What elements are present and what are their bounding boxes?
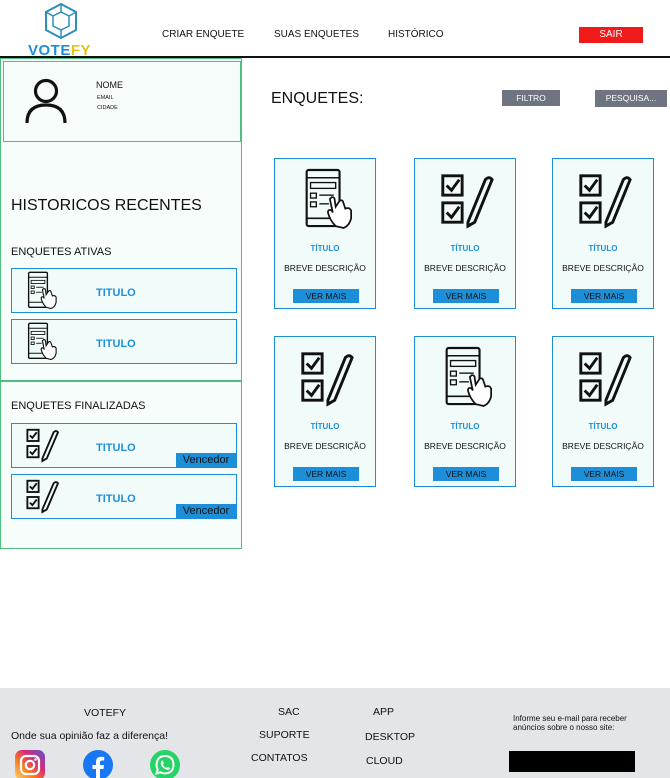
tablet-form-icon xyxy=(27,271,57,310)
avatar-icon xyxy=(25,78,67,124)
footer-link-desktop[interactable]: DESKTOP xyxy=(365,731,415,743)
winner-badge: Vencedor xyxy=(176,453,236,467)
poll-card-title: TÍTULO xyxy=(310,244,340,253)
footer-link-app[interactable]: APP xyxy=(373,706,394,718)
see-more-button[interactable]: VER MAIS xyxy=(433,467,499,481)
logo-letters-fy: FY xyxy=(70,42,92,59)
checklist-pen-icon xyxy=(441,174,494,229)
logo-wordmark[interactable]: VOTEFY xyxy=(28,42,91,59)
poll-card-description: BREVE DESCRIÇÃO xyxy=(424,441,506,451)
profile-card: NOME EMAIL CIDADE xyxy=(3,61,241,142)
finished-poll-title: TITULO xyxy=(96,442,136,454)
active-poll-title: TITULO xyxy=(96,287,136,299)
checklist-pen-icon xyxy=(301,352,354,407)
logout-button[interactable]: SAIR xyxy=(579,27,643,43)
logo-letter-v: V xyxy=(28,42,39,59)
search-button[interactable]: PESQUISA... xyxy=(595,90,667,107)
newsletter-label: Informe seu e-mail para receber anúncios… xyxy=(513,714,627,732)
poll-card-title: TÍTULO xyxy=(310,422,340,431)
finished-poll-item[interactable]: TITULO Vencedor xyxy=(11,474,237,519)
see-more-button[interactable]: VER MAIS xyxy=(293,467,359,481)
filter-button[interactable]: FILTRO xyxy=(502,90,560,106)
poll-card: TÍTULO BREVE DESCRIÇÃO VER MAIS xyxy=(552,158,654,309)
tablet-form-icon xyxy=(445,346,493,407)
checklist-pen-icon xyxy=(26,428,60,463)
see-more-button[interactable]: VER MAIS xyxy=(433,289,499,303)
poll-card-description: BREVE DESCRIÇÃO xyxy=(562,263,644,273)
nav-criar-enquete[interactable]: CRIAR ENQUETE xyxy=(162,29,244,40)
section-divider xyxy=(1,380,241,382)
footer-link-cloud[interactable]: CLOUD xyxy=(366,755,403,767)
footer-link-contatos[interactable]: CONTATOS xyxy=(251,752,308,764)
see-more-button[interactable]: VER MAIS xyxy=(571,467,637,481)
profile-city: CIDADE xyxy=(97,105,118,111)
checklist-pen-icon xyxy=(26,479,60,514)
poll-card-description: BREVE DESCRIÇÃO xyxy=(284,441,366,451)
see-more-button[interactable]: VER MAIS xyxy=(293,289,359,303)
finished-poll-item[interactable]: TITULO Vencedor xyxy=(11,423,237,468)
checklist-pen-icon xyxy=(579,174,632,229)
footer-link-suporte[interactable]: SUPORTE xyxy=(259,729,310,741)
poll-card: TÍTULO BREVE DESCRIÇÃO VER MAIS xyxy=(414,336,516,487)
newsletter-email-input[interactable] xyxy=(509,751,635,772)
poll-card-description: BREVE DESCRIÇÃO xyxy=(562,441,644,451)
facebook-icon[interactable] xyxy=(83,750,113,778)
poll-card: TÍTULO BREVE DESCRIÇÃO VER MAIS xyxy=(274,336,376,487)
poll-card-description: BREVE DESCRIÇÃO xyxy=(424,263,506,273)
nav-suas-enquetes[interactable]: SUAS ENQUETES xyxy=(274,29,359,40)
poll-card: TÍTULO BREVE DESCRIÇÃO VER MAIS xyxy=(414,158,516,309)
nav-historico[interactable]: HISTÓRICO xyxy=(388,29,444,40)
footer-link-sac[interactable]: SAC xyxy=(278,706,300,718)
footer-brand: VOTEFY xyxy=(84,707,127,719)
poll-card-title: TÍTULO xyxy=(588,244,618,253)
winner-badge: Vencedor xyxy=(176,504,236,518)
tablet-form-icon xyxy=(27,322,57,361)
poll-card-title: TÍTULO xyxy=(588,422,618,431)
active-poll-title: TITULO xyxy=(96,338,136,350)
checklist-pen-icon xyxy=(579,352,632,407)
poll-card-title: TÍTULO xyxy=(450,244,480,253)
polls-title: ENQUETES: xyxy=(271,90,364,107)
finished-poll-title: TITULO xyxy=(96,493,136,505)
active-poll-item[interactable]: TITULO xyxy=(11,268,237,313)
finished-polls-title: ENQUETES FINALIZADAS xyxy=(11,400,146,412)
poll-card-title: TÍTULO xyxy=(450,422,480,431)
poll-card: TÍTULO BREVE DESCRIÇÃO VER MAIS xyxy=(274,158,376,309)
whatsapp-icon[interactable] xyxy=(150,750,180,778)
poll-card: TÍTULO BREVE DESCRIÇÃO VER MAIS xyxy=(552,336,654,487)
footer: VOTEFY Onde sua opinião faz a diferença!… xyxy=(0,688,670,778)
profile-email: EMAIL xyxy=(97,95,114,101)
logo-letters-ote: OTE xyxy=(38,42,71,59)
profile-name: NOME xyxy=(96,80,123,90)
poll-card-description: BREVE DESCRIÇÃO xyxy=(284,263,366,273)
recent-history-title: HISTORICOS RECENTES xyxy=(11,197,202,214)
tablet-form-icon xyxy=(305,168,353,229)
top-header: VOTEFY CRIAR ENQUETE SUAS ENQUETES HISTÓ… xyxy=(0,0,670,59)
active-poll-item[interactable]: TITULO xyxy=(11,319,237,364)
see-more-button[interactable]: VER MAIS xyxy=(571,289,637,303)
instagram-icon[interactable] xyxy=(15,750,45,778)
sidebar: NOME EMAIL CIDADE HISTORICOS RECENTES EN… xyxy=(0,58,242,549)
active-polls-title: ENQUETES ATIVAS xyxy=(11,246,112,258)
footer-slogan: Onde sua opinião faz a diferença! xyxy=(11,730,169,742)
